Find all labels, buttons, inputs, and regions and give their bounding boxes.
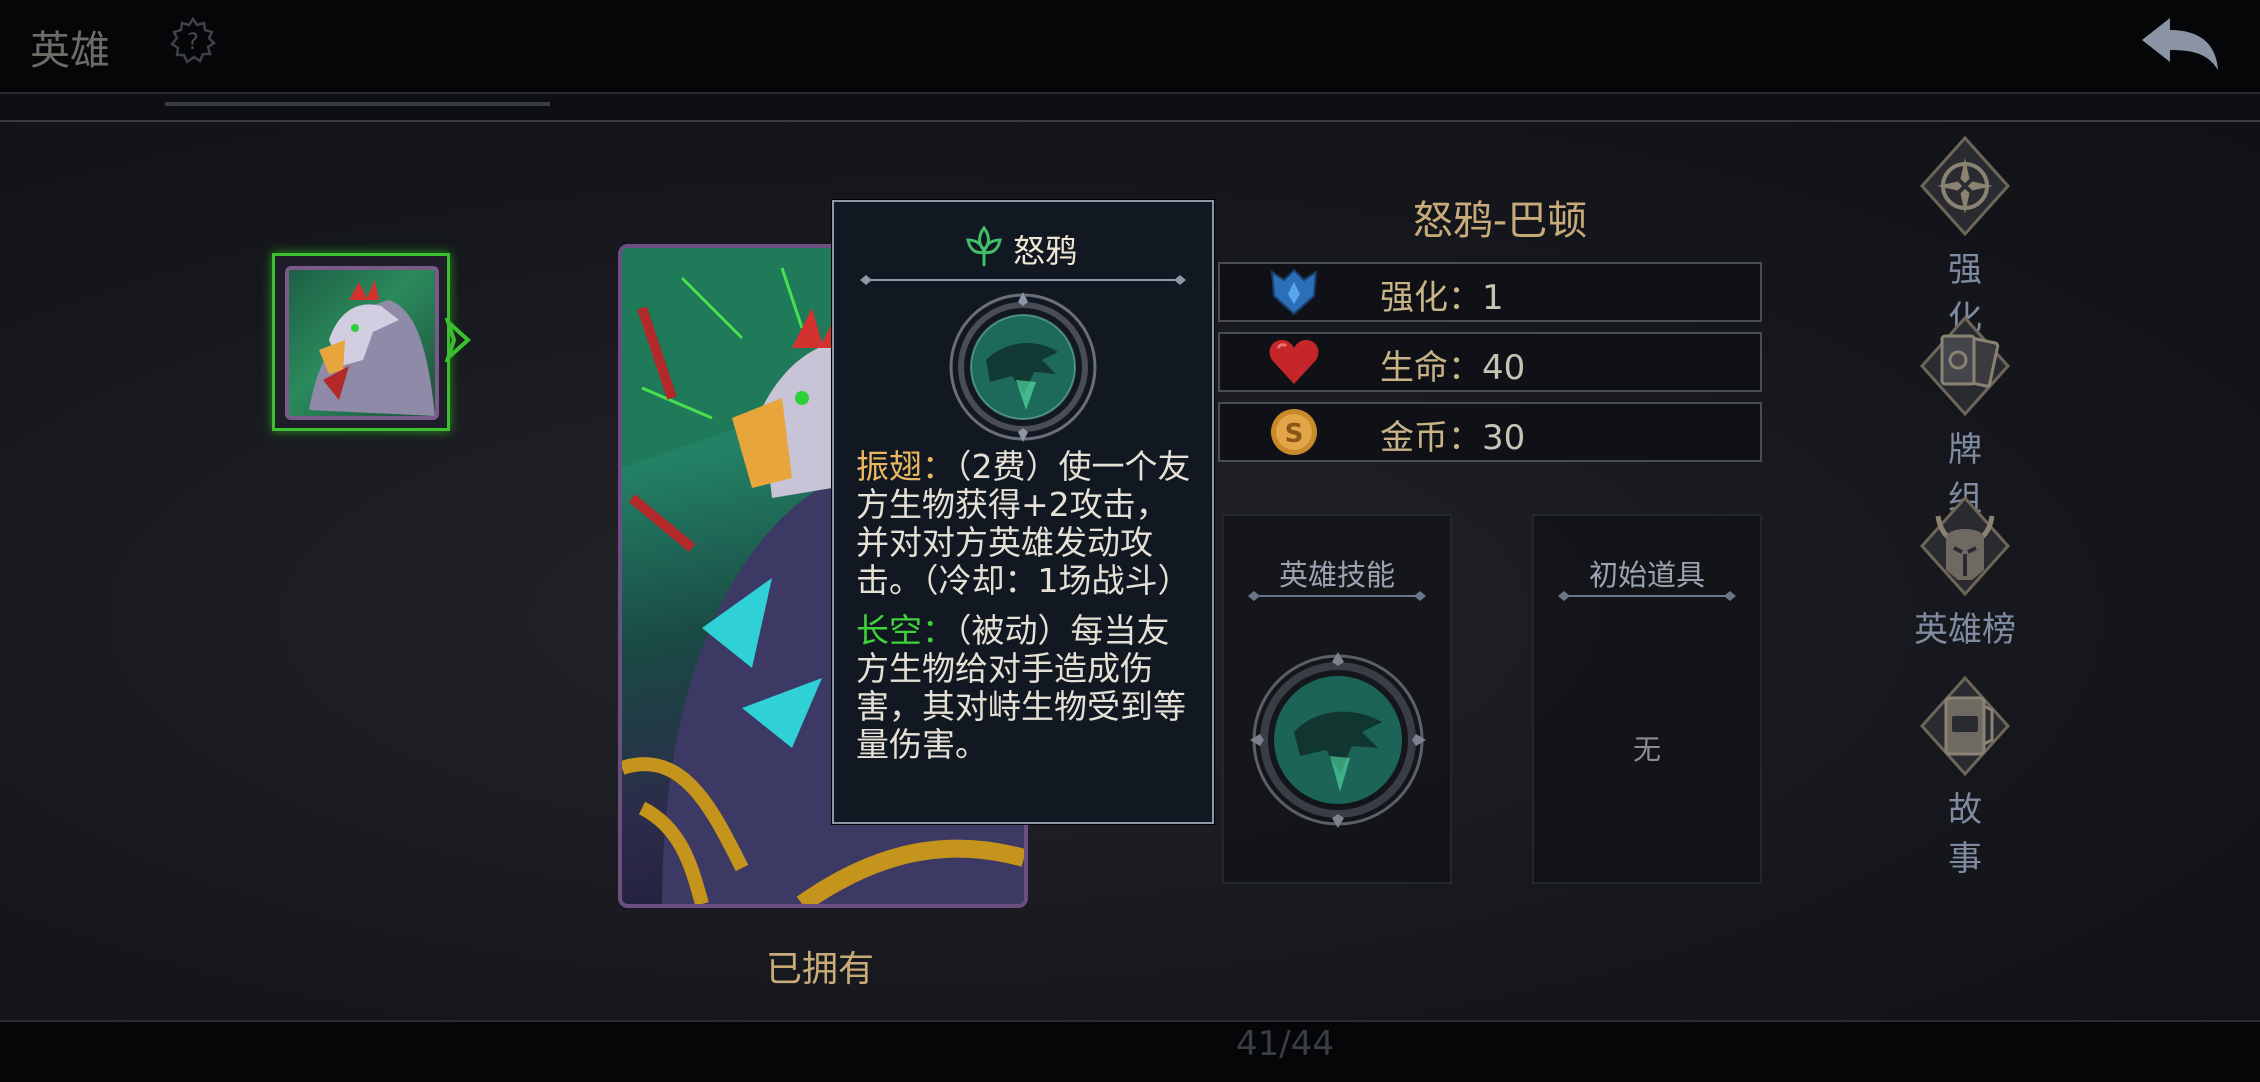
skill-entry-1: 振翅：（2费）使一个友方生物获得+2攻击，并对对方英雄发动攻击。（冷却：1场战斗… xyxy=(856,448,1196,600)
tooltip-title-text: 怒鸦 xyxy=(1012,232,1077,270)
skill-name-1: 振翅： xyxy=(856,447,955,486)
helmet-icon xyxy=(1919,495,2011,597)
stat-row-gold: S 金币：30 xyxy=(1218,402,1762,462)
skill-name-2: 长空： xyxy=(856,611,955,650)
stat-line-gold: 金币：30 xyxy=(1380,410,1525,459)
svg-text:?: ? xyxy=(187,30,199,55)
book-icon xyxy=(1919,675,2011,777)
help-icon[interactable]: ? xyxy=(168,16,218,66)
hero-skill-box[interactable]: 英雄技能 xyxy=(1222,514,1452,884)
stat-label-gold: 金币： xyxy=(1380,418,1482,458)
nav-story-button[interactable]: 故事 xyxy=(1880,675,2050,879)
top-bar xyxy=(0,0,2260,94)
owned-status-label: 已拥有 xyxy=(765,949,874,990)
skill-entry-2: 长空：（被动）每当友方生物给对手造成伤害，其对峙生物受到等量伤害。 xyxy=(856,612,1196,764)
back-arrow-icon[interactable] xyxy=(2136,14,2222,76)
compass-icon xyxy=(1919,135,2011,237)
stat-value-gold: 30 xyxy=(1482,418,1526,458)
skill-portrait-icon xyxy=(946,290,1100,444)
hero-name: 怒鸦-巴顿 xyxy=(1412,198,1588,244)
tooltip-divider xyxy=(858,272,1188,286)
stat-value-health: 40 xyxy=(1482,348,1526,388)
nav-story-label: 故事 xyxy=(1948,790,2018,879)
selected-arrow-icon xyxy=(443,315,474,365)
initial-item-box: 初始道具 无 xyxy=(1532,514,1762,884)
stat-line-enhance: 强化：1 xyxy=(1380,270,1504,319)
heart-icon xyxy=(1266,336,1322,388)
cards-icon xyxy=(1919,315,2011,417)
initial-item-value: 无 xyxy=(1632,733,1661,766)
coin-icon: S xyxy=(1266,406,1322,458)
tooltip-description: 振翅：（2费）使一个友方生物获得+2攻击，并对对方英雄发动攻击。（冷却：1场战斗… xyxy=(856,448,1196,776)
nav-deck-button[interactable]: 牌组 xyxy=(1880,315,2050,519)
page-title: 英雄 xyxy=(30,28,110,74)
nav-leaderboard-button[interactable]: 英雄榜 xyxy=(1880,495,2050,656)
crest-icon xyxy=(1266,266,1322,318)
nav-leaderboard-label: 英雄榜 xyxy=(1914,610,2016,650)
bottom-bar xyxy=(0,1020,2260,1082)
stat-value-enhance: 1 xyxy=(1482,278,1504,318)
stat-line-health: 生命：40 xyxy=(1380,340,1525,389)
hero-tooltip: 怒鸦 振翅：（2费）使一个友方生物获得+2攻击，并对对方英雄发动攻击。（冷却：1… xyxy=(832,200,1214,824)
hero-thumbnail-selected[interactable] xyxy=(272,253,450,431)
stat-row-health: 生命：40 xyxy=(1218,332,1762,392)
hero-thumbnail-art xyxy=(285,266,439,420)
tab-indicator xyxy=(165,102,550,106)
stat-row-enhance: 强化：1 xyxy=(1218,262,1762,322)
hero-skill-divider xyxy=(1246,588,1428,602)
initial-item-divider xyxy=(1556,588,1738,602)
svg-text:S: S xyxy=(1285,419,1304,449)
nav-enhance-button[interactable]: 强化 xyxy=(1880,135,2050,339)
tooltip-title: 怒鸦 xyxy=(834,226,1212,272)
stat-label-health: 生命： xyxy=(1380,348,1482,388)
stat-label-enhance: 强化： xyxy=(1380,278,1482,318)
hero-skill-icon[interactable] xyxy=(1250,652,1426,828)
page-counter: 41/44 xyxy=(1236,1024,1334,1064)
